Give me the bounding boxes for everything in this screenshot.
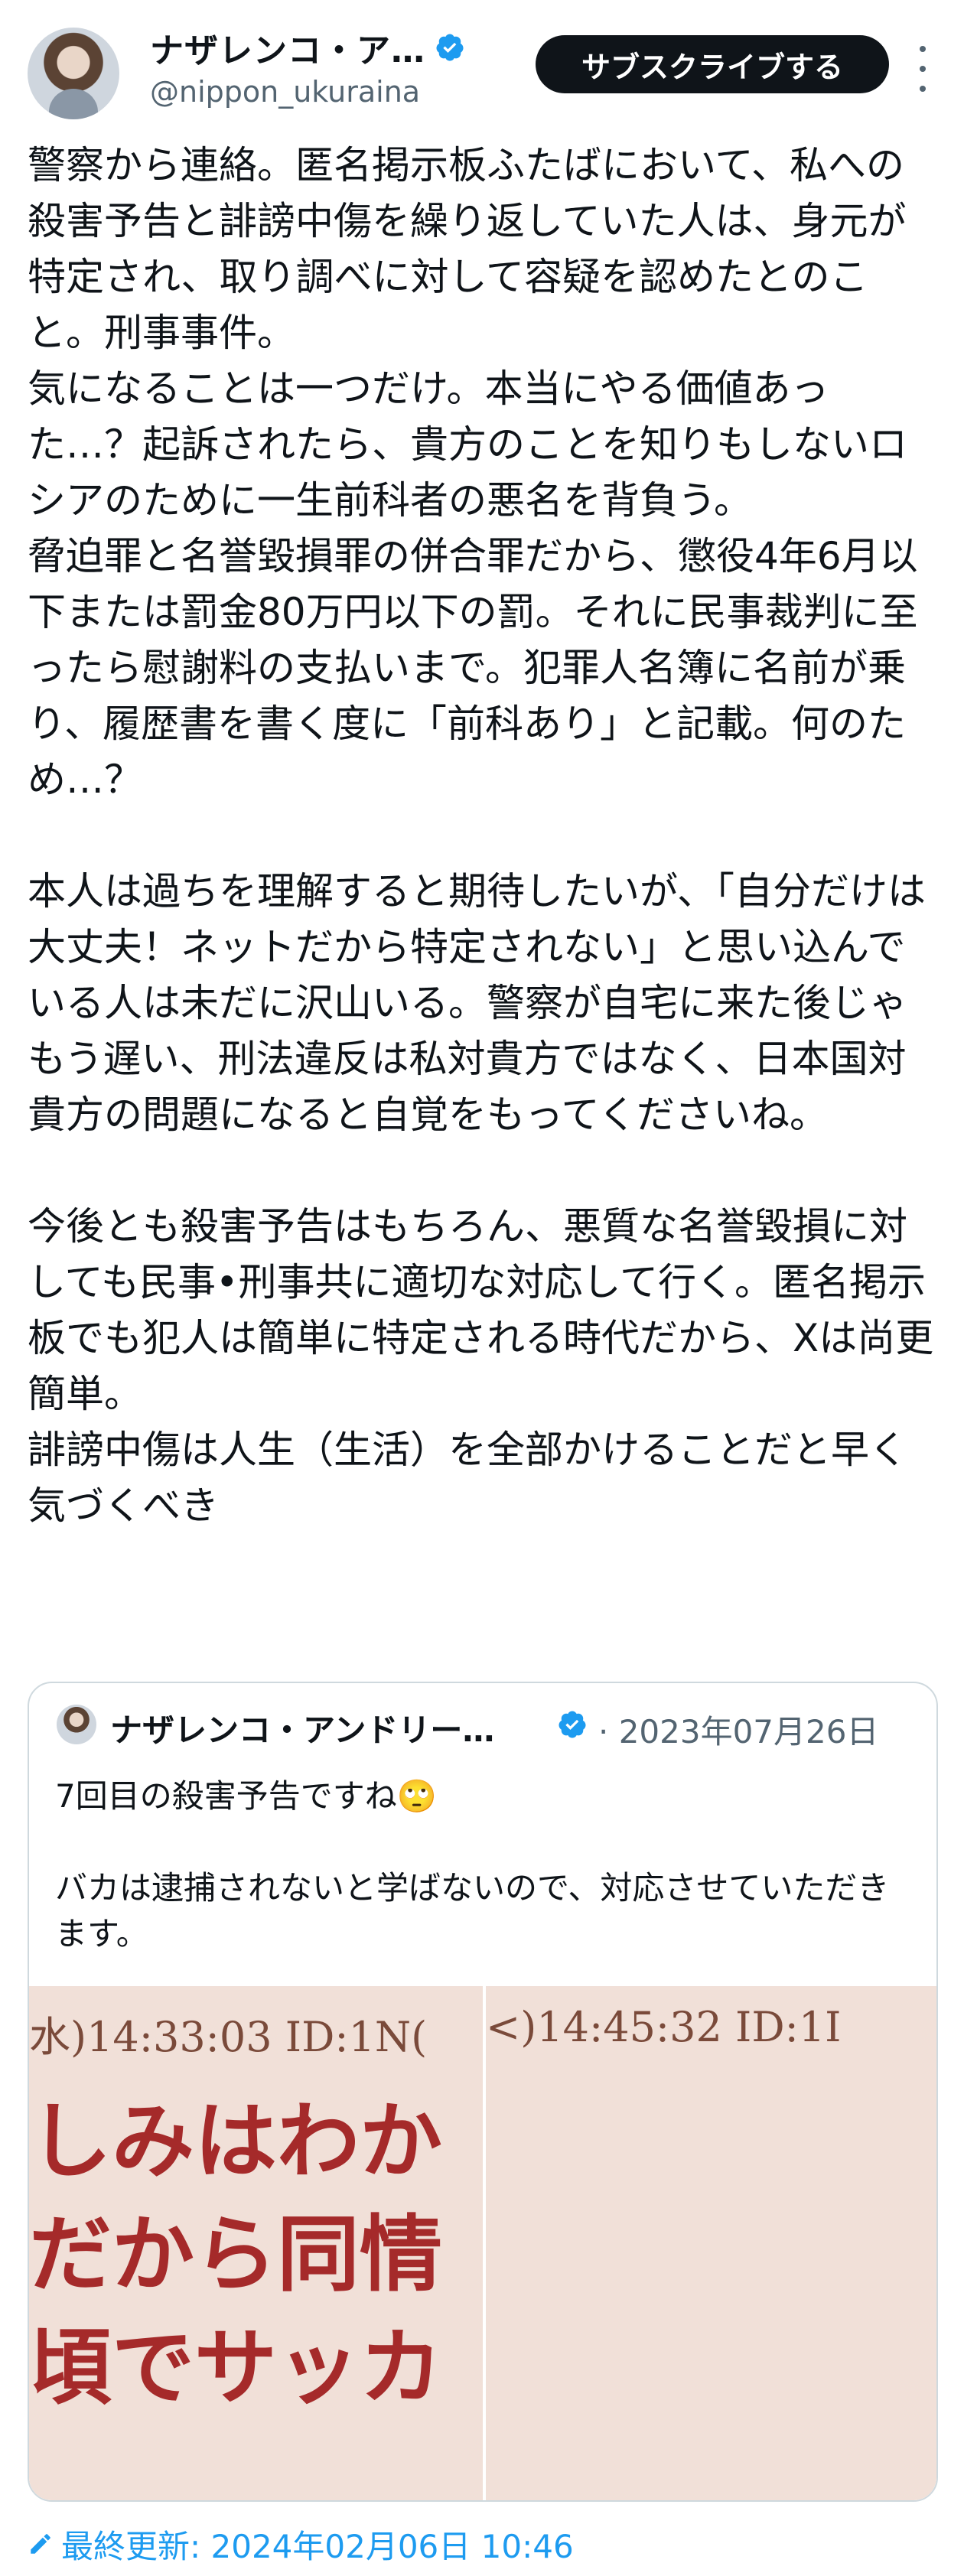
author-handle[interactable]: @nippon_ukuraina	[150, 75, 420, 109]
author-name[interactable]: ナザレンコ・ア…	[150, 23, 425, 72]
last-updated-footer[interactable]: 最終更新: 2024年02月06日 10:46	[28, 2525, 574, 2565]
image-2-timestamp: <)14:45:32 ID:1I	[486, 2003, 842, 2051]
tweet-header: ナザレンコ・ア… @nippon_ukuraina サブスクライブする	[0, 0, 964, 130]
quoted-image-grid: 水)14:33:03 ID:1N( しみはわか だから同情 頃でサッカ <)14…	[29, 1986, 936, 2500]
quoted-author-name: ナザレンコ・アンドリー…	[110, 1711, 495, 1749]
quoted-tweet-card[interactable]: ナザレンコ・アンドリー… · 2023年07月26日 7回目の殺害予告ですね🙄 …	[28, 1682, 938, 2502]
tweet-body-text: 警察から連絡。匿名掲示板ふたばにおいて、私への殺害予告と誹謗中傷を繰り返していた…	[28, 143, 934, 1528]
author-avatar[interactable]	[28, 28, 119, 119]
image-1-timestamp: 水)14:33:03 ID:1N(	[29, 2013, 428, 2061]
more-options-icon[interactable]	[915, 46, 930, 92]
quoted-image-2[interactable]: <)14:45:32 ID:1I	[486, 1986, 936, 2500]
last-updated-text: 最終更新: 2024年02月06日 10:46	[61, 2527, 574, 2565]
image-1-text: しみはわか だから同情 頃でサッカ	[29, 2094, 443, 2416]
quoted-tweet-text: 7回目の殺害予告ですね🙄 バカは逮捕されないと学ばないので、対応させていただきま…	[55, 1777, 890, 1952]
subscribe-button[interactable]: サブスクライブする	[536, 35, 889, 93]
pencil-icon	[31, 2534, 50, 2554]
verified-badge-icon	[436, 34, 464, 61]
quoted-verified-badge-icon	[559, 1711, 586, 1738]
quoted-image-1[interactable]: 水)14:33:03 ID:1N( しみはわか だから同情 頃でサッカ	[29, 1986, 483, 2500]
author-name-row: ナザレンコ・ア…	[150, 23, 465, 72]
quoted-tweet-date: · 2023年07月26日	[598, 1713, 879, 1750]
quoted-author-avatar	[57, 1705, 96, 1744]
